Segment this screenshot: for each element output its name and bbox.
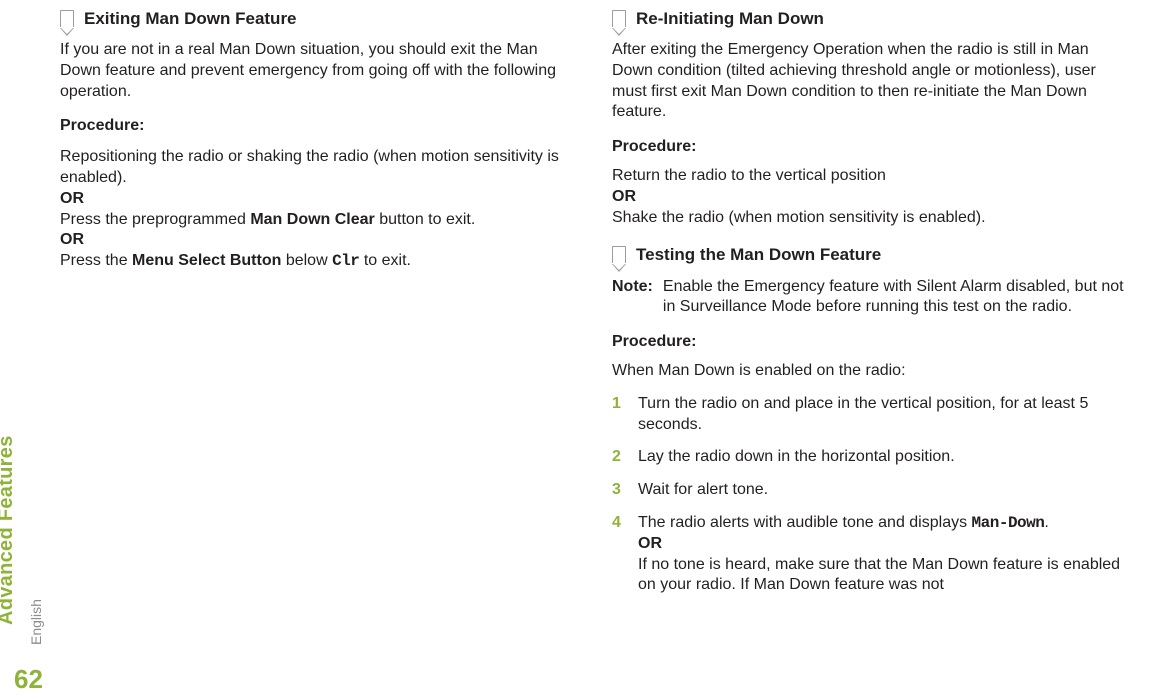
- proc-line-vertical: Return the radio to the vertical positio…: [612, 167, 886, 184]
- bookmark-icon: [612, 10, 626, 27]
- procedure-label: Procedure:: [612, 137, 1132, 158]
- page-root: Advanced Features English 62 Exiting Man…: [0, 0, 1167, 695]
- step-item: 3 Wait for alert tone.: [612, 474, 1132, 507]
- note-row: Note: Enable the Emergency feature with …: [612, 277, 1132, 319]
- step-body: The radio alerts with audible tone and d…: [638, 513, 1132, 596]
- procedure-body: Return the radio to the vertical positio…: [612, 166, 1132, 228]
- when-line: When Man Down is enabled on the radio:: [612, 361, 1132, 382]
- content-columns: Exiting Man Down Feature If you are not …: [60, 4, 1157, 695]
- proc-or: OR: [612, 188, 636, 205]
- bookmark-icon: [60, 10, 74, 27]
- subhead-title: Re-Initiating Man Down: [636, 8, 824, 30]
- bookmark-icon: [612, 246, 626, 263]
- proc-line-clearbtn-post: button to exit.: [375, 211, 476, 228]
- note-body: Enable the Emergency feature with Silent…: [663, 277, 1132, 319]
- procedure-label: Procedure:: [612, 332, 1132, 353]
- steps-list: 1 Turn the radio on and place in the ver…: [612, 388, 1132, 602]
- subhead-title: Testing the Man Down Feature: [636, 244, 881, 266]
- step-body: Lay the radio down in the horizontal pos…: [638, 447, 1132, 468]
- proc-or: OR: [60, 190, 84, 207]
- intro-paragraph: If you are not in a real Man Down situat…: [60, 40, 580, 102]
- step-body: Wait for alert tone.: [638, 480, 1132, 501]
- step4-post: .: [1044, 514, 1048, 531]
- proc-line-menu-post: to exit.: [359, 252, 411, 269]
- section-vertical-label: Advanced Features: [0, 435, 18, 625]
- subhead-testing-man-down: Testing the Man Down Feature: [612, 244, 1132, 266]
- step-number: 4: [612, 513, 628, 534]
- procedure-body: Repositioning the radio or shaking the r…: [60, 147, 580, 272]
- proc-or: OR: [60, 231, 84, 248]
- step-number: 2: [612, 447, 628, 468]
- step4-tail: If no tone is heard, make sure that the …: [638, 556, 1120, 594]
- step-item: 1 Turn the radio on and place in the ver…: [612, 388, 1132, 442]
- proc-or: OR: [638, 535, 662, 552]
- step4-pre: The radio alerts with audible tone and d…: [638, 514, 972, 531]
- clr-display-label: Clr: [332, 252, 359, 270]
- page-number: 62: [14, 664, 43, 695]
- menu-select-button-label: Menu Select Button: [132, 252, 281, 269]
- step-item: 4 The radio alerts with audible tone and…: [612, 507, 1132, 602]
- left-column: Exiting Man Down Feature If you are not …: [60, 4, 580, 695]
- proc-line-menu-mid: below: [281, 252, 332, 269]
- proc-line-reposition: Repositioning the radio or shaking the r…: [60, 148, 559, 186]
- procedure-label: Procedure:: [60, 116, 580, 137]
- step-item: 2 Lay the radio down in the horizontal p…: [612, 441, 1132, 474]
- subhead-title: Exiting Man Down Feature: [84, 8, 297, 30]
- step-number: 1: [612, 394, 628, 415]
- step-number: 3: [612, 480, 628, 501]
- language-vertical-label: English: [28, 599, 44, 645]
- man-down-clear-label: Man Down Clear: [250, 211, 374, 228]
- note-key: Note:: [612, 277, 653, 319]
- proc-line-menu-pre: Press the: [60, 252, 132, 269]
- right-column: Re-Initiating Man Down After exiting the…: [612, 4, 1132, 695]
- intro-paragraph: After exiting the Emergency Operation wh…: [612, 40, 1132, 123]
- subhead-exiting-man-down: Exiting Man Down Feature: [60, 8, 580, 30]
- man-down-display-label: Man-Down: [972, 514, 1045, 532]
- step-body: Turn the radio on and place in the verti…: [638, 394, 1132, 436]
- proc-line-shake: Shake the radio (when motion sensitivity…: [612, 209, 986, 226]
- proc-line-clearbtn-pre: Press the preprogrammed: [60, 211, 250, 228]
- subhead-reinitiating-man-down: Re-Initiating Man Down: [612, 8, 1132, 30]
